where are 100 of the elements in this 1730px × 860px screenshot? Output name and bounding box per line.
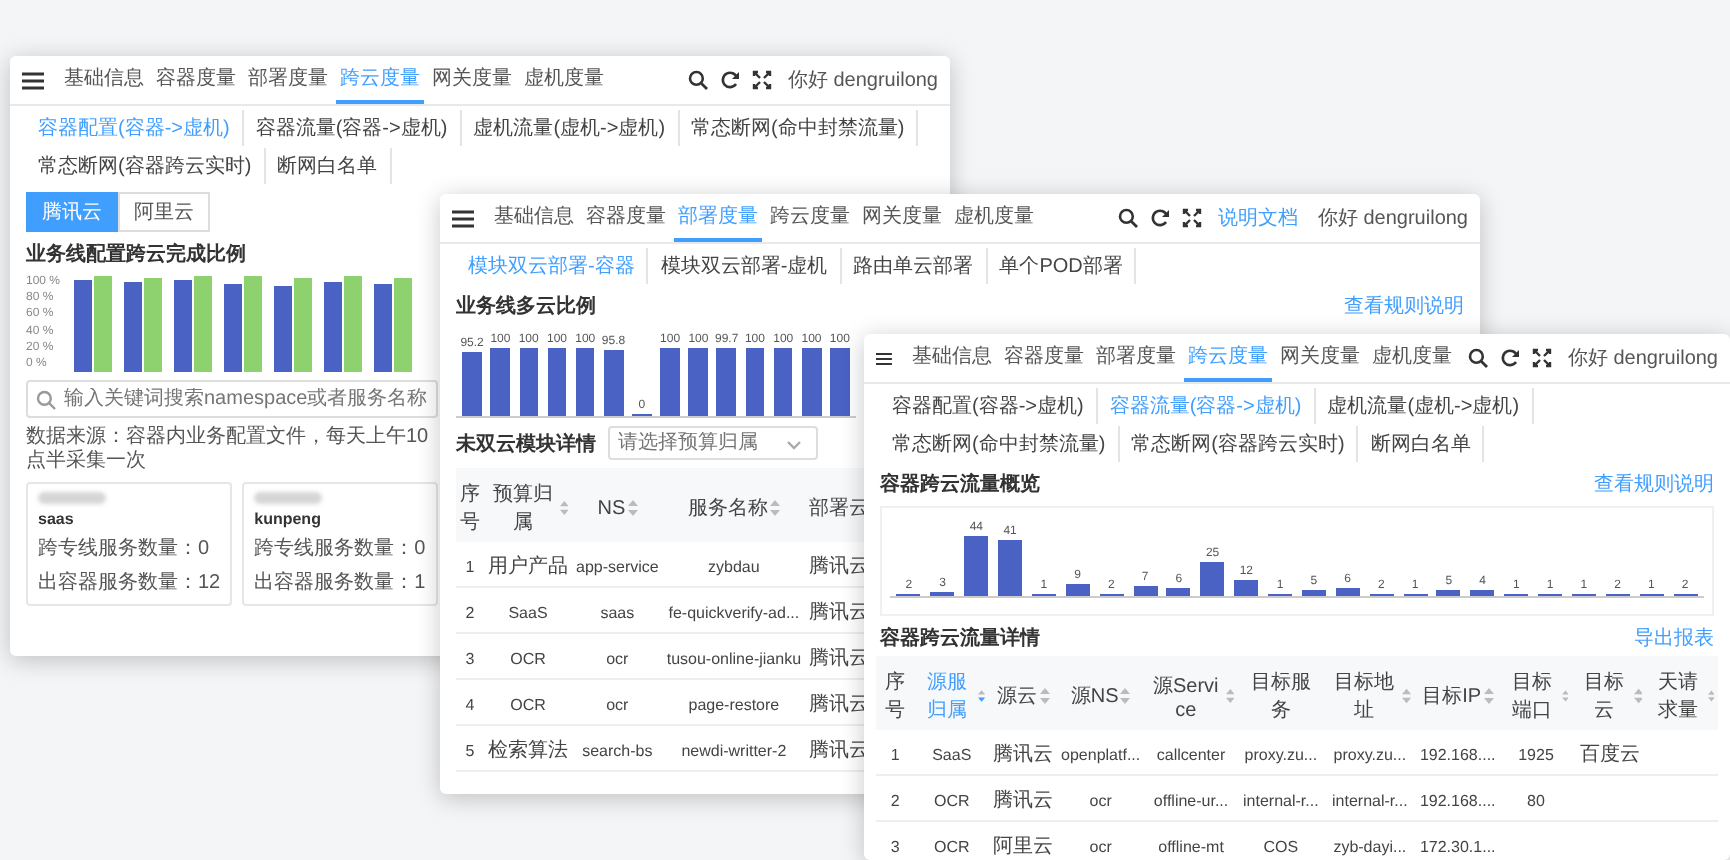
sub-tab[interactable]: 路由单云部署 [841, 248, 988, 284]
menu-icon[interactable] [452, 209, 474, 227]
table-cell: 4 [465, 696, 475, 714]
sub-tab[interactable]: 常态断网(命中封禁流量) [880, 426, 1120, 462]
chart-bar [773, 348, 793, 416]
nav-tab[interactable]: 虚机度量 [1367, 334, 1456, 382]
chart-bar [1470, 590, 1495, 596]
user-greeting: 你好 dengruilong [1567, 346, 1718, 372]
column-header: 源Service [1150, 673, 1221, 721]
column-header: 序号 [883, 669, 908, 724]
table-cell: COS [1263, 838, 1299, 856]
sub-tab[interactable]: 断网白名单 [265, 148, 392, 184]
nav-tab[interactable]: 网关度量 [858, 194, 946, 242]
service-card[interactable]: kunpeng 跨专线服务数量：0 出容器服务数量：1 [242, 482, 438, 606]
nav-tab[interactable]: 网关度量 [428, 56, 516, 104]
service-card[interactable]: saas 跨专线服务数量：0 出容器服务数量：12 [26, 482, 233, 606]
table-cell: 2 [890, 792, 900, 810]
table-cell: zyb-dayi... [1333, 838, 1407, 856]
sub-tab[interactable]: 常态断网(命中封禁流量) [679, 110, 919, 146]
column-header: 源云 [997, 683, 1038, 709]
nav-tab[interactable]: 容器度量 [582, 194, 670, 242]
refresh-icon[interactable] [1499, 348, 1520, 368]
sub-tab[interactable]: 容器配置(容器->虚机) [880, 388, 1098, 424]
select-field[interactable]: 请选择预算归属 [608, 426, 818, 460]
nav-tab[interactable]: 网关度量 [1275, 334, 1364, 382]
table-cell: offline-ur... [1153, 792, 1229, 810]
sub-tab[interactable]: 单个POD部署 [987, 248, 1137, 284]
table-cell: 腾讯云 [993, 744, 1054, 766]
section-title: 容器跨云流量详情 [880, 624, 1040, 652]
column-header: 目标端口 [1509, 669, 1554, 724]
refresh-icon[interactable] [719, 70, 740, 90]
table-cell: 1 [890, 746, 900, 764]
nav-tab[interactable]: 部署度量 [244, 56, 332, 104]
blurred-label [38, 492, 106, 504]
nav-tab[interactable]: 部署度量 [1091, 334, 1180, 382]
column-header: 源NS [1070, 683, 1119, 709]
card-stat: 跨专线服务数量：0 [38, 535, 212, 562]
table-cell: 192.168.... [1419, 792, 1496, 810]
search-icon[interactable] [1117, 208, 1138, 228]
sub-tab[interactable]: 模块双云部署-虚机 [648, 248, 842, 284]
arrows-icon[interactable] [1531, 348, 1552, 368]
table-cell: 172.30.1... [1419, 838, 1496, 856]
chart-bar [1301, 589, 1326, 596]
table-cell: 腾讯云 [993, 790, 1054, 812]
nav-tab[interactable]: 容器度量 [152, 56, 240, 104]
table-cell: SaaS [508, 604, 548, 622]
column-header: 天请求量 [1655, 669, 1700, 724]
nav-tab[interactable]: 容器度量 [999, 334, 1088, 382]
sub-tab[interactable]: 常态断网(容器跨云实时) [1119, 426, 1359, 462]
nav-tab[interactable]: 基础信息 [490, 194, 578, 242]
table-cell: openplatf... [1061, 746, 1141, 764]
table-cell: OCR [510, 696, 546, 714]
chart-bar [1436, 589, 1461, 596]
menu-icon[interactable] [876, 349, 892, 367]
card-stat: 出容器服务数量：12 [38, 569, 221, 596]
user-greeting: 你好 dengruilong [1317, 206, 1468, 232]
column-header: 序号 [460, 481, 480, 536]
chart-bar [603, 350, 624, 416]
table-cell: app-service [576, 558, 659, 576]
nav-tab[interactable]: 跨云度量 [766, 194, 854, 242]
table-cell: OCR [933, 838, 970, 856]
sub-tab[interactable]: 虚机流量(虚机->虚机) [461, 110, 680, 146]
cloud-toggle[interactable]: 阿里云 [118, 192, 210, 232]
sub-tab[interactable]: 常态断网(容器跨云实时) [26, 148, 266, 184]
refresh-icon[interactable] [1149, 208, 1170, 228]
nav-tab[interactable]: 基础信息 [60, 56, 148, 104]
table-cell: OCR [933, 792, 970, 810]
chart-bar [1234, 579, 1259, 596]
sub-tab[interactable]: 虚机流量(虚机->虚机) [1315, 388, 1534, 424]
arrows-icon[interactable] [751, 70, 772, 90]
sub-tab[interactable]: 断网白名单 [1358, 426, 1485, 462]
chart-bar [490, 348, 511, 416]
table-cell: proxy.zu... [1333, 746, 1407, 764]
sort-icon[interactable] [977, 688, 986, 704]
menu-icon[interactable] [22, 71, 44, 89]
arrows-icon[interactable] [1181, 208, 1202, 228]
chart-bar [575, 348, 595, 416]
table-cell: 192.168.... [1419, 746, 1496, 764]
table-cell: 检索算法 [488, 740, 568, 762]
table-cell: 用户产品 [488, 556, 568, 578]
table-cell: SaaS [932, 746, 972, 764]
table-cell: 5 [465, 742, 475, 760]
chart-bar [930, 591, 955, 596]
table-cell: 3 [465, 650, 475, 668]
column-header: 目标地址 [1332, 669, 1397, 724]
table-cell: ocr [1089, 792, 1112, 810]
search-icon[interactable] [1467, 348, 1488, 368]
chart-bar [998, 540, 1022, 596]
nav-tab[interactable]: 虚机度量 [950, 194, 1038, 242]
nav-tab[interactable]: 虚机度量 [520, 56, 608, 104]
table-cell: 3 [890, 838, 900, 856]
chart-bar [547, 348, 567, 416]
search-icon [36, 389, 56, 409]
chart-bar [660, 348, 680, 416]
chart-bar [716, 348, 737, 416]
nav-tab[interactable]: 基础信息 [907, 334, 996, 382]
sub-tab[interactable]: 容器流量(容器->虚机) [243, 110, 462, 146]
search-icon[interactable] [687, 70, 708, 90]
card-title: kunpeng [254, 510, 323, 528]
table-cell: saas [600, 604, 635, 622]
